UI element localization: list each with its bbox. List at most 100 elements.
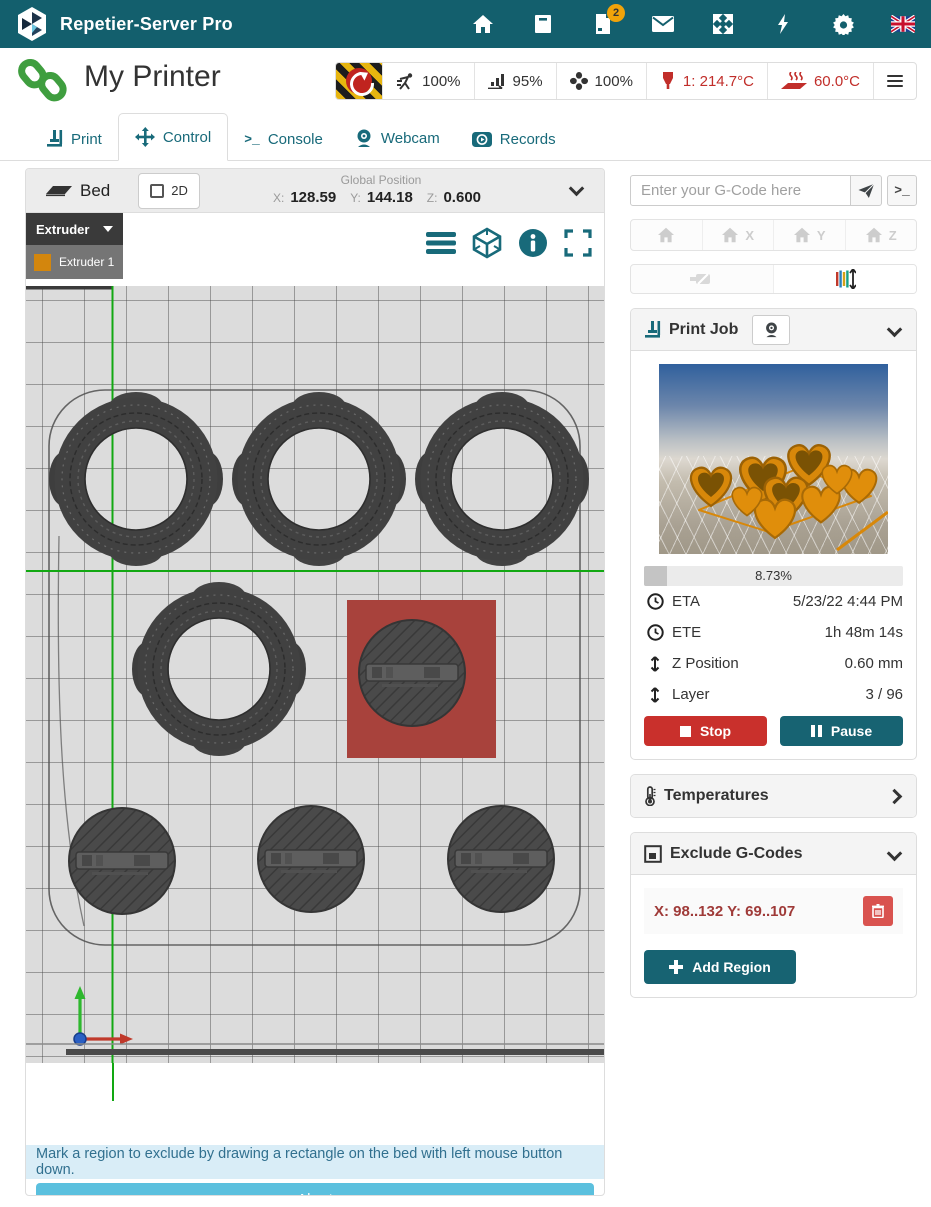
tab-console[interactable]: >_ Console xyxy=(228,118,339,161)
open-console-button[interactable]: >_ xyxy=(887,175,917,206)
tab-records[interactable]: Records xyxy=(456,118,572,161)
stop-icon xyxy=(680,726,691,737)
stop-button[interactable]: Stop xyxy=(644,716,767,746)
layers-menu-icon[interactable] xyxy=(426,231,456,255)
toggle-2d-button[interactable]: 2D xyxy=(138,173,200,209)
collapse-bed-chevron-icon[interactable] xyxy=(569,181,585,197)
bed-panel: Bed 2D Global Position X: 128.59 Y: 144.… xyxy=(25,168,605,1196)
layer-row: Layer 3 / 96 xyxy=(644,679,903,710)
fullscreen-icon[interactable] xyxy=(564,229,592,257)
extruder-temp-status[interactable]: 1: 214.7°C xyxy=(646,63,767,99)
home-z-button[interactable]: Z xyxy=(845,220,917,250)
2d-checkbox[interactable] xyxy=(150,184,164,198)
temperatures-header[interactable]: Temperatures xyxy=(631,775,916,817)
ete-row: ETE 1h 48m 14s xyxy=(644,617,903,648)
3d-view-cube-icon[interactable] xyxy=(472,227,502,259)
app-title: Repetier-Server Pro xyxy=(60,14,233,35)
exclusion-region-item: X: 98..132 Y: 69..107 xyxy=(644,888,903,934)
abort-button[interactable]: Abort xyxy=(36,1183,594,1196)
pause-icon xyxy=(811,725,822,737)
emergency-stop-button[interactable] xyxy=(336,63,382,99)
bed-canvas-area: Extruder Extruder 1 xyxy=(26,213,604,1101)
fan-status[interactable]: 100% xyxy=(556,63,646,99)
printer-statusbar: 100% 95% 100% 1: 214.7°C xyxy=(335,62,917,100)
settings-gear-icon[interactable] xyxy=(831,12,855,36)
exclusion-region-label: X: 98..132 Y: 69..107 xyxy=(654,903,795,920)
collapse-exclude-chevron-icon[interactable] xyxy=(887,846,903,862)
print-disk-1 xyxy=(69,808,175,914)
tab-print[interactable]: Print xyxy=(30,117,118,161)
hazard-stripes xyxy=(336,63,382,99)
send-gcode-button[interactable] xyxy=(851,175,882,206)
tab-control[interactable]: Control xyxy=(118,113,228,161)
temperatures-card: Temperatures xyxy=(630,774,917,818)
language-flag-icon[interactable] xyxy=(891,12,915,36)
bed-temp-status[interactable]: 60.0°C xyxy=(767,63,873,99)
print-disk-2 xyxy=(258,806,364,912)
expand-temperatures-chevron-icon[interactable] xyxy=(887,788,903,804)
extruder-dropdown[interactable]: Extruder Extruder 1 xyxy=(26,213,123,279)
caret-down-icon xyxy=(103,226,113,232)
printer-menu-button[interactable] xyxy=(873,63,916,99)
info-icon[interactable] xyxy=(518,228,548,258)
extruder-1-item[interactable]: Extruder 1 xyxy=(26,245,123,279)
home-icon xyxy=(793,227,811,243)
delete-region-button[interactable] xyxy=(863,896,893,926)
updown-arrow-icon xyxy=(650,686,660,704)
print-ring-1 xyxy=(49,392,223,566)
position-x: 128.59 xyxy=(290,189,336,206)
tab-webcam-label: Webcam xyxy=(381,130,440,147)
gcode-input[interactable] xyxy=(630,175,851,206)
axis-indicator xyxy=(74,986,133,1045)
motors-off-button[interactable] xyxy=(631,265,773,293)
add-region-button[interactable]: Add Region xyxy=(644,950,796,984)
eta-value: 5/23/22 4:44 PM xyxy=(793,593,903,610)
tab-webcam[interactable]: Webcam xyxy=(339,116,456,161)
collapse-print-job-chevron-icon[interactable] xyxy=(887,322,903,338)
home-y-label: Y xyxy=(817,228,826,243)
bed-viewport[interactable] xyxy=(26,286,604,1063)
crosshair-horizontal xyxy=(26,570,604,572)
print-job-header: Print Job xyxy=(631,309,916,351)
home-y-button[interactable]: Y xyxy=(773,220,845,250)
add-region-label: Add Region xyxy=(692,959,771,975)
progress-percent: 8.73% xyxy=(644,566,903,586)
z-position-label: Z Position xyxy=(672,655,739,672)
babystep-z-button[interactable] xyxy=(773,265,916,293)
babystep-z-icon xyxy=(834,269,856,289)
flow-status[interactable]: 95% xyxy=(474,63,556,99)
tab-records-label: Records xyxy=(500,131,556,148)
printers-icon[interactable]: 2 xyxy=(591,12,615,36)
extruder-1-label: Extruder 1 xyxy=(59,255,114,269)
home-icon xyxy=(657,227,675,243)
exclude-gcodes-header[interactable]: Exclude G-Codes xyxy=(631,833,916,875)
position-z: 0.600 xyxy=(443,189,481,206)
position-y: 144.18 xyxy=(367,189,413,206)
speed-status[interactable]: 100% xyxy=(382,63,473,99)
archive-icon[interactable] xyxy=(531,12,555,36)
mail-icon[interactable] xyxy=(651,12,675,36)
exclude-region-icon xyxy=(644,845,662,863)
plus-icon xyxy=(669,960,683,974)
webcam-icon xyxy=(764,322,779,338)
right-sidebar: >_ X Y Z xyxy=(630,168,917,998)
printer-header: My Printer 100% 95% 100% xyxy=(0,48,931,111)
gcode-send-row: >_ xyxy=(630,175,917,206)
home-icon[interactable] xyxy=(471,12,495,36)
repetier-logo-icon xyxy=(16,6,48,42)
job-webcam-button[interactable] xyxy=(752,315,790,345)
printer-name: My Printer xyxy=(84,60,221,94)
stop-label: Stop xyxy=(700,723,731,739)
home-all-button[interactable] xyxy=(631,220,702,250)
clock-icon xyxy=(647,624,664,641)
expand-icon[interactable] xyxy=(711,12,735,36)
extruder-color-swatch xyxy=(34,254,51,271)
power-bolt-icon[interactable] xyxy=(771,12,795,36)
print-job-icon xyxy=(644,321,661,339)
pause-button[interactable]: Pause xyxy=(780,716,903,746)
exclude-gcodes-body: X: 98..132 Y: 69..107 Add Region xyxy=(631,875,916,997)
job-preview-image xyxy=(659,364,888,554)
home-x-button[interactable]: X xyxy=(702,220,774,250)
flow-value: 95% xyxy=(513,73,543,90)
crosshair-extension xyxy=(112,1063,114,1101)
